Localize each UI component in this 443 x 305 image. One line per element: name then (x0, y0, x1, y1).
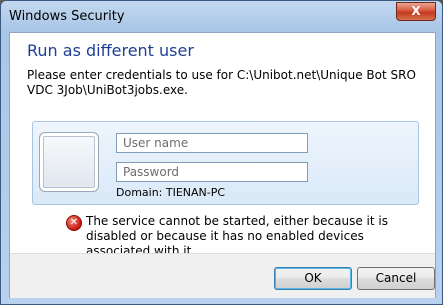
username-input[interactable] (116, 133, 308, 153)
title-bar[interactable]: Windows Security X (1, 1, 442, 33)
close-button[interactable]: X (396, 2, 436, 21)
ok-button[interactable]: OK (274, 267, 352, 290)
window-title: Windows Security (9, 9, 125, 24)
credential-tile: Domain: TIENAN-PC (32, 121, 419, 205)
close-icon: X (411, 4, 421, 18)
domain-label: Domain: TIENAN-PC (116, 186, 226, 199)
dialog-heading: Run as different user (27, 41, 194, 60)
error-x-icon: ✕ (66, 215, 82, 231)
dialog-description: Please enter credentials to use for C:\U… (27, 68, 416, 97)
dialog-content: Run as different user Please enter crede… (9, 32, 436, 298)
dialog-footer: OK Cancel (10, 253, 435, 298)
windows-security-dialog: Windows Security X Run as different user… (0, 0, 443, 305)
cancel-button[interactable]: Cancel (357, 267, 435, 290)
password-input[interactable] (116, 162, 308, 182)
user-avatar-icon (39, 132, 99, 192)
